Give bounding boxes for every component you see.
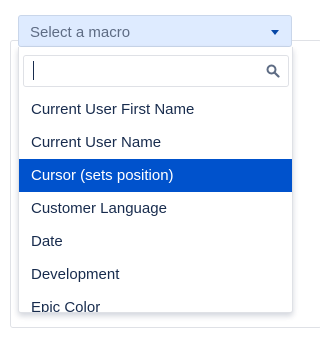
macro-option-current-user-name[interactable]: Current User Name [19,126,292,159]
macro-options-list: Current User First Name Current User Nam… [19,93,292,312]
macro-option-epic-color[interactable]: Epic Color [19,291,292,312]
macro-option-current-user-first-name[interactable]: Current User First Name [19,93,292,126]
chevron-down-icon[interactable] [271,30,279,35]
macro-option-date[interactable]: Date [19,225,292,258]
macro-search-input[interactable] [32,59,252,83]
macro-search-field[interactable] [23,55,289,87]
macro-dropdown-menu: Current User First Name Current User Nam… [18,47,293,313]
macro-option-customer-language[interactable]: Customer Language [19,192,292,225]
macro-select-placeholder: Select a macro [30,24,131,41]
macro-option-cursor[interactable]: Cursor (sets position) [19,159,292,192]
search-icon [266,64,280,78]
text-cursor [33,61,34,80]
macro-option-development[interactable]: Development [19,258,292,291]
macro-select[interactable]: Select a macro [18,15,292,47]
